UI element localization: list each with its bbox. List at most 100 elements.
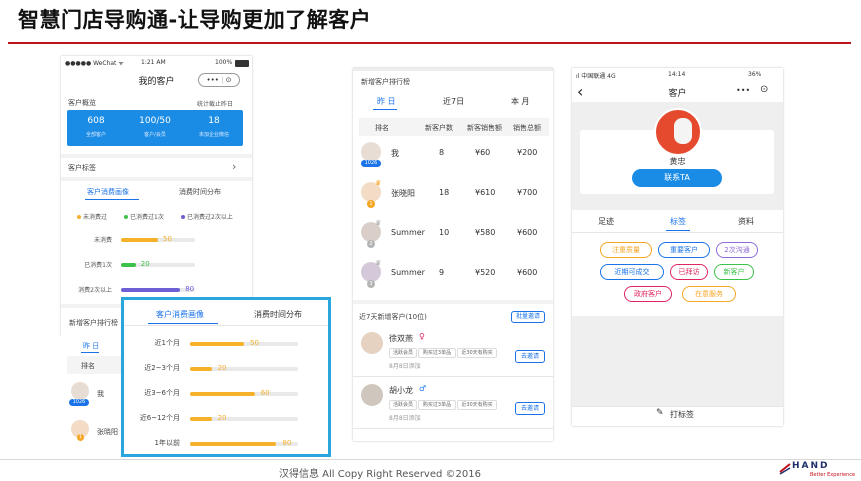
customer-tag[interactable]: 注重质量	[600, 242, 652, 258]
legend-dot-icon	[77, 215, 81, 219]
hand-logo-mark-icon	[779, 463, 791, 475]
popup-bar-fill	[190, 342, 244, 346]
invite-button[interactable]: 去邀请	[515, 350, 545, 363]
customer-tag[interactable]: 已拜访	[670, 264, 708, 280]
overview-note: 统计截止昨日	[197, 101, 234, 108]
mini-program-capsule[interactable]: ••• | ⊙	[198, 73, 240, 87]
popup-bar-track	[190, 342, 298, 346]
tab-consumption-profile[interactable]: 客户消费画像	[87, 187, 129, 197]
avatar	[71, 382, 89, 400]
customer-tag[interactable]: 新客户	[714, 264, 754, 280]
total-sales: ¥600	[517, 228, 538, 237]
added-date: 8月8日添加	[389, 363, 421, 370]
popup-bar-fill	[190, 392, 255, 396]
gender-icon: ♂	[419, 384, 427, 393]
phone-customer-detail: ıl 中国联通 4G 14:14 36% ‹ 客户 ••• ⊙ 黄忠 联系TA …	[572, 68, 783, 426]
rank-medal-icon: 1	[367, 200, 375, 208]
tab-7days[interactable]: 近7日	[443, 96, 464, 107]
batch-invite-button[interactable]: 批量邀请	[511, 311, 545, 323]
section-gap	[61, 177, 252, 181]
popup-bar-fill	[190, 417, 212, 421]
customer-tag[interactable]: 2次沟通	[716, 242, 758, 258]
overview-card[interactable]: 608 全部客户 100/50 客户/会员 18 未加企业微信	[67, 110, 243, 146]
tab-yesterday[interactable]: 昨 日	[377, 96, 396, 107]
rank-name: Summer	[391, 228, 425, 237]
contact-button[interactable]: 联系TA	[632, 169, 722, 187]
title-divider	[8, 42, 851, 44]
bar-fill	[121, 288, 181, 292]
crown-icon: ♛	[375, 219, 382, 227]
divider	[572, 232, 783, 233]
tab-this-month[interactable]: 本 月	[511, 96, 530, 107]
stat-value-wechat: 18	[208, 116, 220, 126]
ranking-title: 新增客户排行榜	[361, 78, 410, 86]
bar-label: 未消费	[93, 237, 112, 244]
popup-bar-track	[190, 392, 298, 396]
popup-bar-value: 20	[217, 364, 227, 372]
logo-text: HAND	[792, 461, 830, 471]
bar-value: 80	[185, 285, 195, 293]
tab-underline	[85, 199, 139, 200]
more-icon[interactable]: •••	[736, 86, 750, 95]
rank-tab-yesterday[interactable]: 昨 日	[83, 341, 99, 351]
popup-bar-label: 近1个月	[154, 339, 180, 347]
stat-value-all: 608	[87, 116, 105, 126]
footer-copyright: 汉得信息 All Copy Right Reserved ©2016	[279, 469, 481, 480]
legend-twice: 已消费过2次以上	[187, 214, 233, 221]
new-customer-sales: ¥610	[475, 188, 496, 197]
tab-profile[interactable]: 资料	[738, 216, 754, 227]
target-icon[interactable]: ⊙	[760, 84, 768, 95]
rank-badge: 1026	[69, 399, 89, 406]
customer-tags-label[interactable]: 客户标签	[68, 163, 96, 173]
bar-fill	[121, 263, 136, 267]
bar-label: 已消费1次	[84, 262, 112, 269]
customer-tag[interactable]: 重要客户	[658, 242, 710, 258]
divider	[572, 406, 783, 407]
legend-dot-icon	[124, 215, 128, 219]
more-icon[interactable]: •••	[206, 76, 218, 84]
new-customer-count: 18	[439, 188, 450, 197]
bar-value: 50	[163, 235, 172, 243]
chevron-right-icon[interactable]: ›	[232, 160, 236, 173]
added-date: 8月8日添加	[389, 415, 421, 422]
stat-label-all: 全部客户	[85, 132, 106, 138]
customer-tag[interactable]: 近期可成交	[600, 264, 664, 280]
popup-bar-fill	[190, 442, 277, 446]
bar-track	[121, 263, 195, 267]
divider	[353, 376, 553, 377]
pencil-icon[interactable]: ✎	[656, 408, 664, 418]
rank-col-label: 排名	[81, 362, 95, 370]
tab-tags[interactable]: 标签	[670, 216, 686, 227]
new-customer-count: 9	[439, 268, 445, 277]
divider	[124, 325, 328, 326]
avatar	[361, 332, 383, 354]
legend-dot-icon	[181, 215, 185, 219]
recent-customers-title: 近7天新增客户(10位)	[359, 313, 427, 321]
total-sales: ¥200	[517, 148, 538, 157]
tab-time-distribution[interactable]: 消费时间分布	[179, 187, 221, 197]
tab-footprint[interactable]: 足迹	[598, 216, 614, 227]
bar-label: 消费2次以上	[78, 287, 112, 294]
target-icon[interactable]: ⊙	[226, 76, 232, 84]
rank-name: 我	[391, 149, 399, 158]
add-tag-button[interactable]: 打标签	[670, 409, 694, 420]
bar-track	[121, 288, 195, 292]
popup-tab-time-distribution[interactable]: 消费时间分布	[254, 309, 302, 320]
empty-area	[572, 316, 783, 406]
customer-chip: 活跃会员	[389, 400, 417, 410]
customer-tag[interactable]: 政府客户	[624, 286, 672, 302]
rank-name: 我	[97, 390, 104, 398]
divider	[353, 428, 553, 429]
stat-label-members: 客户/会员	[144, 132, 166, 138]
battery-icon	[235, 60, 249, 67]
popup-bar-label: 近6~12个月	[139, 414, 180, 422]
new-customer-count: 10	[439, 228, 450, 237]
slide-title: 智慧门店导购通-让导购更加了解客户	[18, 8, 372, 32]
customer-tag[interactable]: 在意服务	[682, 286, 736, 302]
new-customer-sales: ¥60	[475, 148, 491, 157]
status-time: 14:14	[668, 71, 686, 78]
popup-tab-consumption-profile[interactable]: 客户消费画像	[156, 309, 204, 320]
crown-icon: ♛	[375, 259, 382, 267]
invite-button[interactable]: 去邀请	[515, 402, 545, 415]
popup-bar-track	[190, 367, 298, 371]
